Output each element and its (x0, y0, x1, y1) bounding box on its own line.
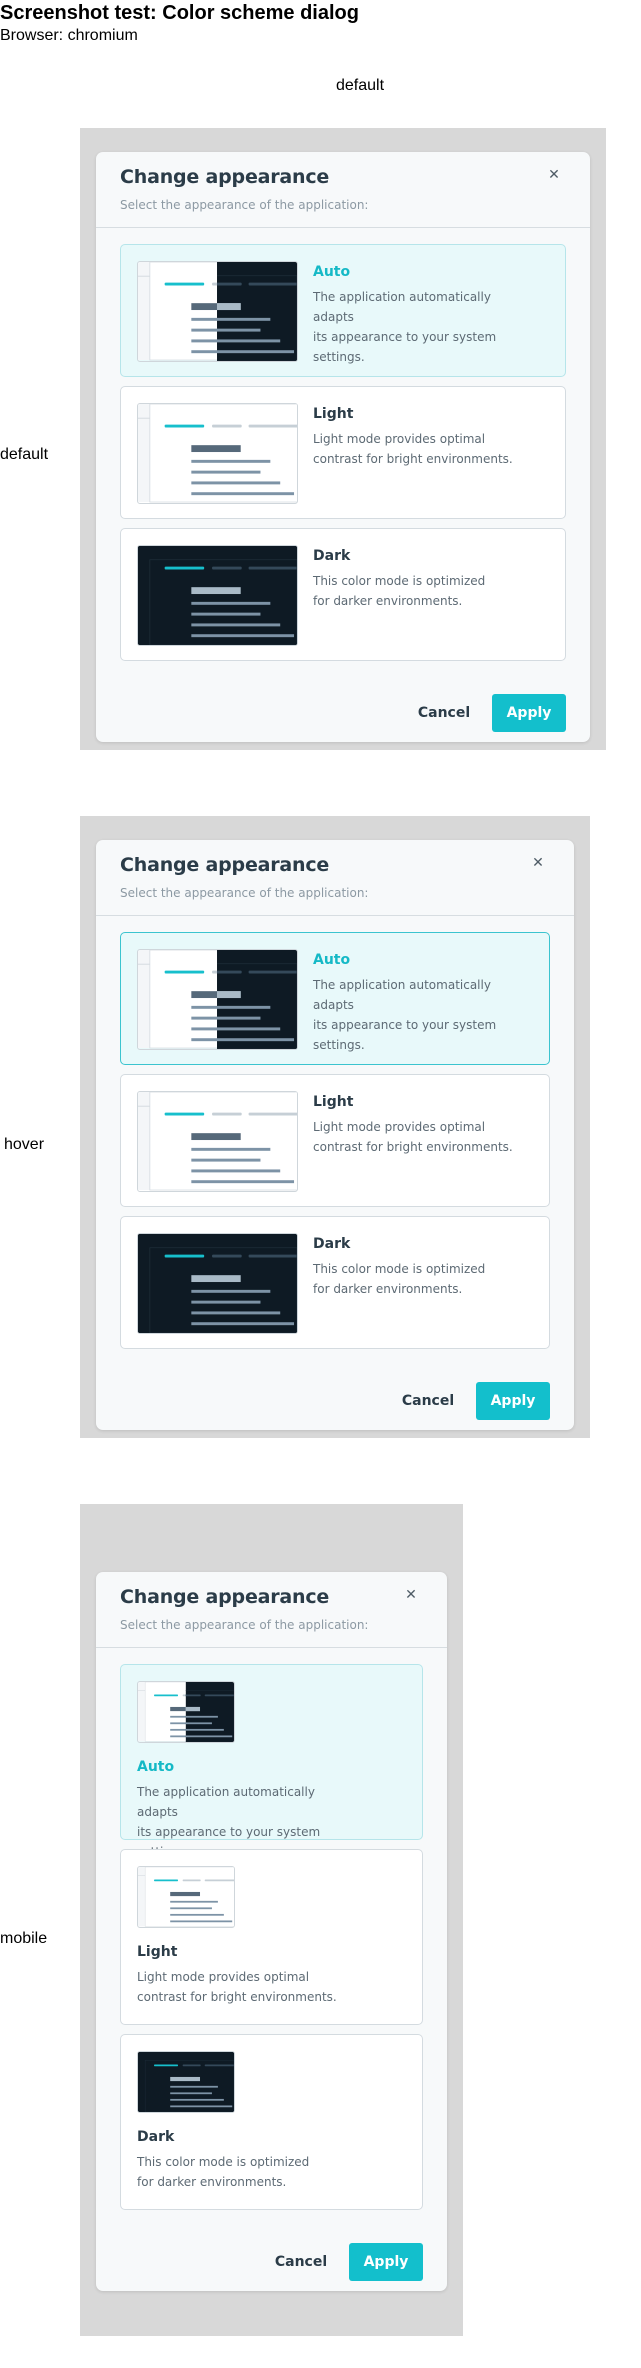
column-header: default (336, 77, 385, 94)
option-title: Light (137, 1944, 178, 1960)
option-dark[interactable]: Dark This color mode is optimized for da… (120, 528, 566, 661)
dialog-body: Auto The application automatically adapt… (96, 1648, 447, 2235)
dialog-footer: Cancel Apply (96, 2235, 447, 2291)
frame-hover: Change appearance Select the appearance … (80, 816, 590, 1438)
option-auto[interactable]: Auto The application automatically adapt… (120, 244, 566, 377)
option-description: Light mode provides optimal contrast for… (313, 1120, 513, 1154)
appearance-dialog: Change appearance Select the appearance … (96, 152, 590, 742)
frame-mobile: Change appearance Select the appearance … (80, 1504, 463, 2336)
option-title: Auto (137, 1759, 175, 1775)
dialog-title: Change appearance (120, 854, 330, 876)
option-description: Light mode provides optimal contrast for… (313, 432, 513, 466)
light-preview-thumbnail (137, 1091, 298, 1192)
light-preview-thumbnail (137, 403, 298, 504)
dialog-title: Change appearance (120, 166, 330, 188)
option-light[interactable]: Light Light mode provides optimal contra… (120, 386, 566, 519)
dark-preview-thumbnail (137, 2051, 235, 2113)
option-light[interactable]: Light Light mode provides optimal contra… (120, 1074, 550, 1207)
auto-preview-thumbnail (137, 1681, 235, 1743)
light-preview-thumbnail (137, 1866, 235, 1928)
dialog-header: Change appearance Select the appearance … (96, 1572, 447, 1648)
option-description: This color mode is optimized for darker … (313, 1262, 486, 1296)
dialog-footer: Cancel Apply (96, 686, 590, 742)
frame-default: Change appearance Select the appearance … (80, 128, 606, 750)
dialog-description: Select the appearance of the application… (120, 198, 369, 212)
apply-button[interactable]: Apply (492, 694, 566, 732)
auto-preview-thumbnail (137, 261, 298, 362)
dialog-footer: Cancel Apply (96, 1374, 574, 1430)
option-title: Dark (313, 548, 351, 564)
auto-preview-thumbnail (137, 949, 298, 1050)
option-description: The application automatically adapts its… (313, 978, 497, 1052)
browser-label: Browser: chromium (0, 27, 138, 44)
option-title: Light (313, 406, 354, 422)
dialog-body: Auto The application automatically adapt… (96, 916, 574, 1374)
close-icon[interactable]: ✕ (546, 167, 562, 183)
dialog-description: Select the appearance of the application… (120, 1618, 369, 1632)
option-title: Dark (313, 1236, 351, 1252)
appearance-dialog: Change appearance Select the appearance … (96, 840, 574, 1430)
option-title: Auto (313, 264, 351, 280)
row-label-mobile: mobile (0, 1930, 48, 1947)
option-auto[interactable]: Auto The application automatically adapt… (120, 932, 550, 1065)
close-icon[interactable]: ✕ (530, 855, 546, 871)
page-title: Screenshot test: Color scheme dialog (0, 2, 359, 24)
row-label-default: default (0, 446, 49, 463)
appearance-dialog: Change appearance Select the appearance … (96, 1572, 447, 2291)
dialog-header: Change appearance Select the appearance … (96, 152, 590, 228)
option-description: The application automatically adapts its… (313, 290, 497, 364)
dark-preview-thumbnail (137, 545, 298, 646)
option-description: Light mode provides optimal contrast for… (137, 1970, 337, 2004)
dialog-body: Auto The application automatically adapt… (96, 228, 590, 686)
option-dark[interactable]: Dark This color mode is optimized for da… (120, 1216, 550, 1349)
option-auto[interactable]: Auto The application automatically adapt… (120, 1664, 423, 1859)
apply-button[interactable]: Apply (349, 2243, 423, 2281)
option-title: Dark (137, 2129, 175, 2145)
option-light[interactable]: Light Light mode provides optimal contra… (120, 1849, 423, 2025)
apply-button[interactable]: Apply (476, 1382, 550, 1420)
close-icon[interactable]: ✕ (403, 1587, 419, 1603)
dialog-title: Change appearance (120, 1586, 330, 1608)
cancel-button[interactable]: Cancel (269, 2243, 333, 2281)
option-description: This color mode is optimized for darker … (137, 2155, 310, 2189)
option-title: Light (313, 1094, 354, 1110)
cancel-button[interactable]: Cancel (412, 694, 476, 732)
dark-preview-thumbnail (137, 1233, 298, 1334)
option-title: Auto (313, 952, 351, 968)
dialog-header: Change appearance Select the appearance … (96, 840, 574, 916)
option-dark[interactable]: Dark This color mode is optimized for da… (120, 2034, 423, 2210)
cancel-button[interactable]: Cancel (396, 1382, 460, 1420)
dialog-description: Select the appearance of the application… (120, 886, 369, 900)
option-description: This color mode is optimized for darker … (313, 574, 486, 608)
row-label-hover: hover (4, 1136, 45, 1153)
